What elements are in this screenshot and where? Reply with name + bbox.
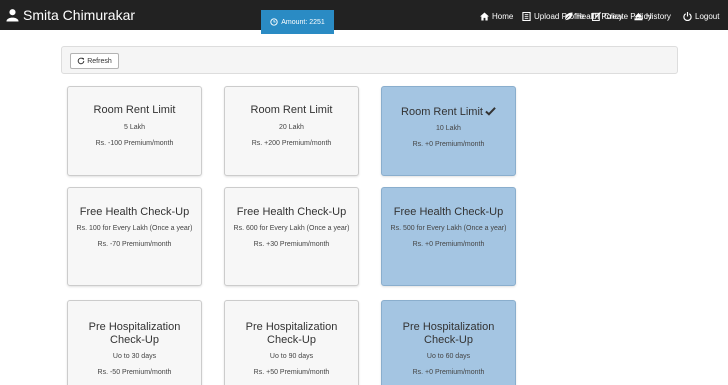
- card-title: Free Health Check-Up: [236, 206, 347, 218]
- checkmark-icon: [485, 107, 496, 116]
- option-card-pre-hospitalization-90-days[interactable]: Pre Hospitalization Check-Up Uo to 90 da…: [224, 300, 359, 385]
- card-subtitle: Rs. 100 for Every Lakh (Once a year): [76, 225, 193, 232]
- user-name: Smita Chimurakar: [23, 7, 136, 23]
- card-subtitle: Rs. 500 for Every Lakh (Once a year): [390, 225, 507, 232]
- nav-history-label: History: [646, 11, 671, 21]
- card-price: Rs. -70 Premium/month: [97, 241, 172, 248]
- leaf-icon: [564, 11, 573, 21]
- card-price: Rs. +0 Premium/month: [412, 369, 485, 376]
- card-price: Rs. +0 Premium/month: [412, 141, 485, 148]
- amount-badge: Amount: 2251: [261, 10, 334, 34]
- option-card-room-rent-20-lakh[interactable]: Room Rent Limit 20 Lakh Rs. +200 Premium…: [224, 86, 359, 176]
- card-title: Room Rent Limit: [93, 104, 176, 116]
- card-subtitle: Uo to 90 days: [269, 353, 314, 360]
- card-title-row: Room Rent Limit: [382, 106, 515, 119]
- option-card-health-checkup-100[interactable]: Free Health Check-Up Rs. 100 for Every L…: [67, 187, 202, 286]
- top-navbar: Smita Chimurakar Amount: 2251 Home Uploa…: [0, 0, 728, 34]
- option-card-room-rent-10-lakh-selected[interactable]: Room Rent Limit 10 Lakh Rs. +0 Premium/m…: [381, 86, 516, 176]
- option-card-pre-hospitalization-60-days-selected[interactable]: Pre Hospitalization Check-Up Uo to 60 da…: [381, 300, 516, 385]
- card-subtitle: Uo to 30 days: [112, 353, 157, 360]
- document-icon: [522, 11, 531, 21]
- home-icon: [480, 11, 489, 21]
- card-title: Pre Hospitalization Check-Up: [245, 321, 338, 346]
- card-title: Pre Hospitalization Check-Up: [88, 321, 181, 346]
- card-price: Rs. +50 Premium/month: [253, 369, 330, 376]
- card-subtitle: 10 Lakh: [436, 125, 461, 132]
- refresh-icon: [77, 57, 85, 65]
- toolbar-panel: Refresh: [61, 46, 678, 74]
- option-card-health-checkup-500-selected[interactable]: Free Health Check-Up Rs. 500 for Every L…: [381, 187, 516, 286]
- nav-logout[interactable]: Logout: [683, 9, 719, 23]
- option-card-health-checkup-600[interactable]: Free Health Check-Up Rs. 600 for Every L…: [224, 187, 359, 286]
- refresh-button[interactable]: Refresh: [70, 53, 119, 69]
- refresh-label: Refresh: [87, 57, 112, 65]
- nav-health-policy-label: Health Policy: [576, 11, 623, 21]
- nav-history[interactable]: History: [634, 9, 671, 23]
- power-icon: [683, 11, 692, 21]
- card-price: Rs. +30 Premium/month: [253, 241, 330, 248]
- option-card-pre-hospitalization-30-days[interactable]: Pre Hospitalization Check-Up Uo to 30 da…: [67, 300, 202, 385]
- card-price: Rs. +200 Premium/month: [251, 140, 332, 147]
- card-title: Room Rent Limit: [250, 104, 333, 116]
- nav-home-label: Home: [492, 11, 514, 21]
- card-title: Pre Hospitalization Check-Up: [402, 321, 495, 346]
- amount-text: Amount: 2251: [281, 18, 325, 26]
- nav-health-policy[interactable]: Health Policy: [564, 9, 623, 23]
- eject-icon: [634, 12, 643, 20]
- user-icon: [6, 9, 19, 22]
- card-price: Rs. -50 Premium/month: [97, 369, 172, 376]
- card-subtitle: Rs. 600 for Every Lakh (Once a year): [233, 225, 350, 232]
- nav-home[interactable]: Home: [480, 9, 513, 23]
- card-subtitle: Uo to 60 days: [426, 353, 471, 360]
- card-title: Free Health Check-Up: [79, 206, 190, 218]
- card-subtitle: 20 Lakh: [279, 124, 304, 131]
- card-title: Free Health Check-Up: [393, 206, 504, 218]
- card-title: Room Rent Limit: [401, 106, 483, 118]
- card-subtitle: 5 Lakh: [123, 124, 146, 131]
- card-price: Rs. -100 Premium/month: [95, 140, 174, 147]
- nav-logout-label: Logout: [695, 11, 720, 21]
- clock-icon: [270, 18, 278, 26]
- user-brand[interactable]: Smita Chimurakar: [6, 5, 135, 25]
- card-price: Rs. +0 Premium/month: [412, 241, 485, 248]
- option-card-room-rent-5-lakh[interactable]: Room Rent Limit 5 Lakh Rs. -100 Premium/…: [67, 86, 202, 176]
